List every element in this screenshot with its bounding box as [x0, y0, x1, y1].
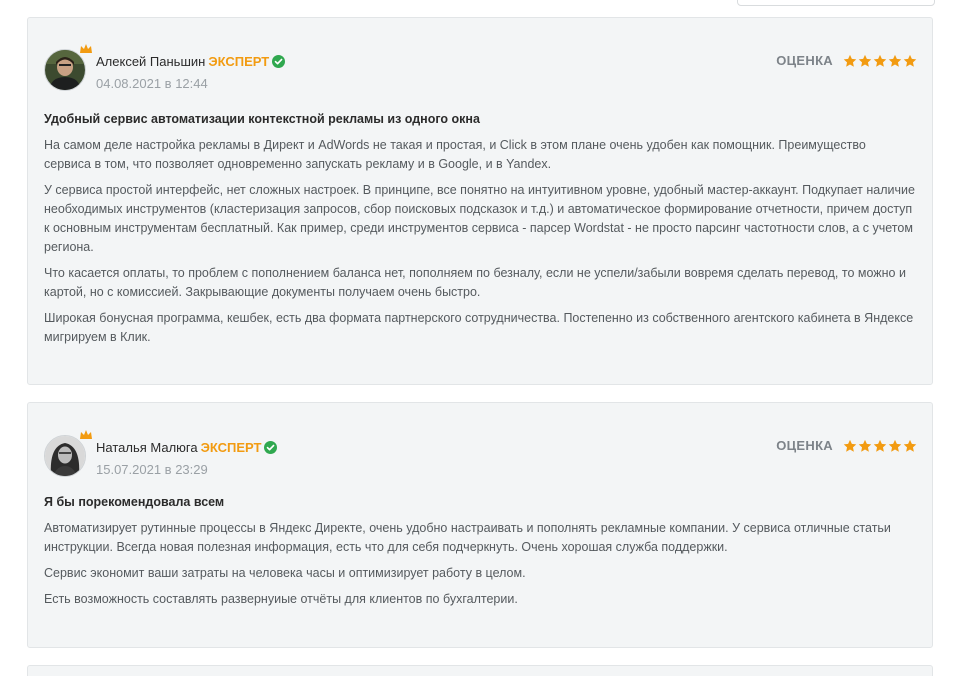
review-card: Наталья Малюга ЭКСПЕРТ 15.07.2021 в 23:29…	[27, 402, 933, 648]
star-icon	[888, 439, 902, 452]
avatar-wrap[interactable]	[44, 44, 92, 91]
review-date: 04.08.2021 в 12:44	[96, 76, 208, 91]
review-rating: ОЦЕНКА	[776, 53, 917, 68]
avatar-photo-icon	[45, 436, 85, 476]
review-paragraph: Автоматизирует рутинные процессы в Яндек…	[44, 521, 891, 554]
review-paragraph: Что касается оплаты, то проблем с пополн…	[44, 266, 906, 299]
avatar-wrap[interactable]	[44, 430, 92, 477]
review-paragraph: Сервис экономит ваши затраты на человека…	[44, 566, 526, 580]
review-rating: ОЦЕНКА	[776, 438, 917, 453]
review-title: Удобный сервис автоматизации контекстной…	[44, 112, 480, 126]
avatar-photo-icon	[45, 50, 85, 90]
author-name[interactable]: Алексей Паньшин	[96, 54, 205, 69]
avatar[interactable]	[44, 435, 86, 477]
reviews-page: Алексей Паньшин ЭКСПЕРТ 04.08.2021 в 12:4…	[0, 0, 958, 676]
expert-badge: ЭКСПЕРТ	[208, 54, 270, 69]
star-icon	[888, 54, 902, 67]
star-icon	[858, 439, 872, 452]
review-paragraph: На самом деле настройка рекламы в Директ…	[44, 138, 866, 171]
avatar[interactable]	[44, 49, 86, 91]
rating-label: ОЦЕНКА	[776, 438, 833, 453]
review-paragraph: Есть возможность составлять развернуиые …	[44, 592, 518, 606]
star-icon	[903, 439, 917, 452]
star-icon	[903, 54, 917, 67]
review-date: 15.07.2021 в 23:29	[96, 462, 208, 477]
check-circle-icon	[272, 55, 286, 68]
author-name[interactable]: Наталья Малюга	[96, 440, 198, 455]
rating-stars	[842, 54, 917, 68]
review-card: Алексей Паньшин ЭКСПЕРТ 04.08.2021 в 12:4…	[27, 17, 933, 385]
star-icon	[858, 54, 872, 67]
review-card	[27, 665, 933, 676]
review-title: Я бы порекомендовала всем	[44, 495, 225, 509]
author-name-line: Алексей Паньшин ЭКСПЕРТ	[96, 54, 286, 70]
review-paragraph: У сервиса простой интерфейс, нет сложных…	[44, 183, 915, 254]
author-name-line: Наталья Малюга ЭКСПЕРТ	[96, 440, 278, 456]
crown-icon	[80, 44, 92, 53]
star-icon	[843, 54, 857, 67]
review-body: Удобный сервис автоматизации контекстной…	[44, 110, 916, 354]
review-paragraph: Широкая бонусная программа, кешбек, есть…	[44, 311, 914, 344]
star-icon	[873, 439, 887, 452]
crown-icon	[80, 430, 92, 439]
star-icon	[873, 54, 887, 67]
check-circle-icon	[264, 441, 278, 454]
expert-badge: ЭКСПЕРТ	[200, 440, 262, 455]
star-icon	[843, 439, 857, 452]
sort-select[interactable]	[737, 0, 935, 6]
rating-stars	[842, 439, 917, 453]
review-body: Я бы порекомендовала всем Автоматизирует…	[44, 493, 916, 616]
rating-label: ОЦЕНКА	[776, 53, 833, 68]
